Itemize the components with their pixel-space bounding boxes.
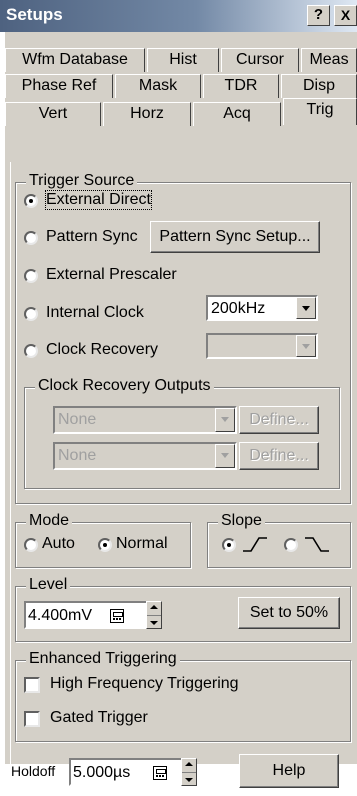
title-bar: Setups ? X [0,0,357,32]
mode-label: Mode [26,512,73,530]
radio-clock-recovery[interactable] [24,344,38,358]
setups-window: Setups ? X Wfm Database Hist Cursor Meas… [0,0,357,796]
mode-normal-label[interactable]: Normal [116,535,168,553]
falling-edge-icon [305,537,329,552]
holdoff-spinner[interactable] [181,758,197,786]
tab-trig[interactable]: Trig [283,98,357,125]
tab-wfm-database[interactable]: Wfm Database [5,48,145,72]
tab-horz[interactable]: Horz [103,102,191,126]
output2-select[interactable]: None [53,442,237,470]
keypad-icon[interactable] [110,609,124,623]
radio-mode-normal[interactable] [98,538,112,552]
level-value: 4.400mV [28,607,93,624]
external-prescaler-label[interactable]: External Prescaler [46,266,177,284]
radio-external-prescaler[interactable] [24,269,38,283]
mode-auto-label[interactable]: Auto [42,535,75,553]
trig-tab-body: Trigger Source External Direct Pattern S… [10,162,357,796]
clock-recovery-select[interactable] [206,333,318,359]
radio-external-direct[interactable] [24,194,38,208]
tab-acq[interactable]: Acq [193,102,281,126]
radio-pattern-sync[interactable] [24,231,38,245]
chevron-down-icon[interactable] [296,297,316,319]
tab-meas[interactable]: Meas [301,48,357,72]
keypad-icon[interactable] [153,766,167,780]
high-frequency-label[interactable]: High Frequency Triggering [50,675,239,693]
tab-cursor[interactable]: Cursor [221,48,299,72]
tab-hist[interactable]: Hist [147,48,219,72]
enhanced-triggering-label: Enhanced Triggering [26,650,180,668]
internal-clock-select[interactable]: 200kHz [206,295,318,321]
external-direct-label[interactable]: External Direct [45,190,152,210]
mode-group: Mode Auto Normal [15,512,191,568]
holdoff-input[interactable]: 5.000µs [69,758,183,786]
define2-button[interactable]: Define... [239,442,319,470]
help-button[interactable]: Help [239,754,339,788]
level-input[interactable]: 4.400mV [24,601,148,629]
internal-clock-label[interactable]: Internal Clock [46,304,144,322]
level-spinner[interactable] [146,601,162,629]
level-group: Level 4.400mV Set to 50% [15,576,351,642]
tab-vert[interactable]: Vert [5,102,101,126]
close-icon[interactable]: X [334,5,357,26]
chevron-down-icon[interactable] [215,408,235,432]
pattern-sync-label[interactable]: Pattern Sync [46,228,138,246]
tab-disp[interactable]: Disp [281,74,357,98]
holdoff-value: 5.000µs [73,764,131,781]
output2-value: None [58,447,97,464]
slope-group: Slope [207,512,351,568]
rising-edge-icon [243,537,267,552]
chevron-down-icon[interactable] [296,335,316,357]
window-title: Setups [6,5,63,24]
trigger-source-label: Trigger Source [26,172,138,190]
define1-button[interactable]: Define... [239,406,319,434]
pattern-sync-setup-button[interactable]: Pattern Sync Setup... [150,221,320,253]
output1-value: None [58,411,97,428]
clock-recovery-outputs-group: Clock Recovery Outputs None Define... No… [24,377,340,489]
high-frequency-checkbox[interactable] [24,677,40,693]
radio-slope-rising[interactable] [222,538,236,552]
clock-recovery-label[interactable]: Clock Recovery [46,341,158,359]
output1-select[interactable]: None [53,406,237,434]
radio-mode-auto[interactable] [24,538,38,552]
radio-slope-falling[interactable] [284,538,298,552]
set-to-50-button[interactable]: Set to 50% [238,597,340,629]
gated-trigger-checkbox[interactable] [24,711,40,727]
help-title-button[interactable]: ? [307,5,330,26]
gated-trigger-label[interactable]: Gated Trigger [50,709,148,727]
holdoff-label: Holdoff [11,763,56,779]
level-label: Level [26,576,71,594]
setups-panel: Wfm Database Hist Cursor Meas Phase Ref … [5,32,357,796]
trigger-source-group: Trigger Source External Direct Pattern S… [15,172,351,504]
enhanced-triggering-group: Enhanced Triggering High Frequency Trigg… [15,650,351,742]
radio-internal-clock[interactable] [24,307,38,321]
slope-label: Slope [218,512,265,530]
clock-recovery-outputs-label: Clock Recovery Outputs [35,377,214,395]
tab-mask[interactable]: Mask [115,74,201,98]
chevron-down-icon[interactable] [215,444,235,468]
tab-phase-ref[interactable]: Phase Ref [5,74,113,98]
internal-clock-value: 200kHz [211,300,266,317]
tab-tdr[interactable]: TDR [203,74,279,98]
